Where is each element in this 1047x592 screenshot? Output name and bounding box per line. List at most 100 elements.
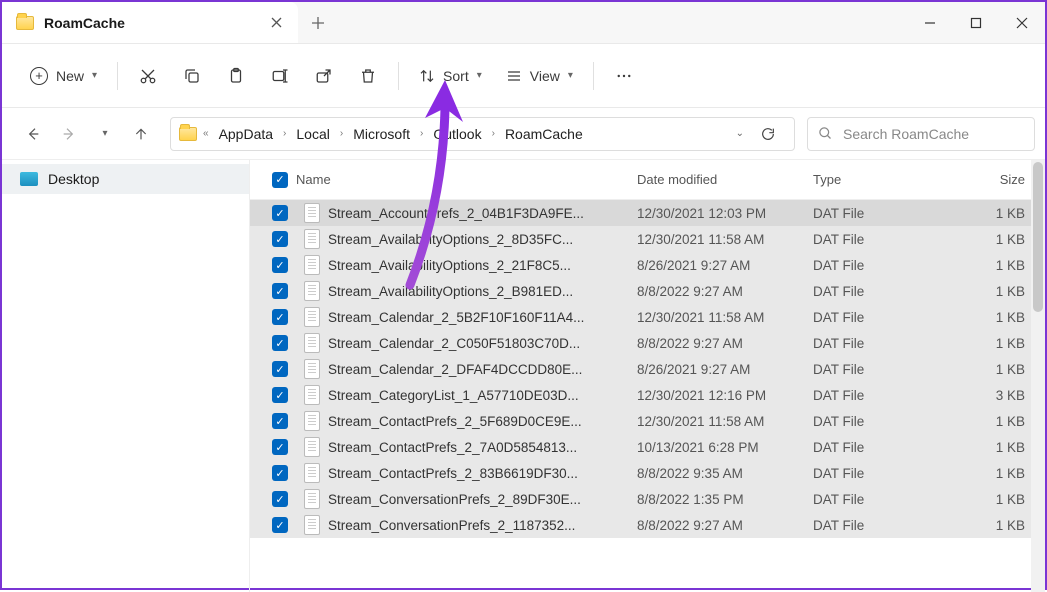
- file-date: 8/8/2022 1:35 PM: [637, 492, 813, 507]
- recent-button[interactable]: ▾: [88, 117, 122, 151]
- table-row[interactable]: ✓ Stream_ConversationPrefs_2_1187352...8/…: [250, 512, 1045, 538]
- breadcrumb-roamcache[interactable]: RoamCache: [501, 124, 587, 144]
- active-tab[interactable]: RoamCache: [2, 2, 298, 43]
- table-row[interactable]: ✓Stream_ConversationPrefs_2_89DF30E...8/…: [250, 486, 1045, 512]
- file-type: DAT File: [813, 232, 961, 247]
- close-tab-button[interactable]: [268, 15, 284, 31]
- column-headers: ✓ Name Date modified Type Size: [250, 160, 1045, 200]
- back-button[interactable]: [16, 117, 50, 151]
- table-row[interactable]: ✓ Stream_AvailabilityOptions_2_B981ED...8…: [250, 278, 1045, 304]
- checkbox-checked-icon: ✓: [272, 309, 288, 325]
- row-checkbox[interactable]: ✓: [264, 205, 296, 221]
- checkbox-checked-icon: ✓: [272, 283, 288, 299]
- copy-icon: [183, 67, 201, 85]
- sort-button[interactable]: Sort ▾: [407, 56, 494, 96]
- file-name: Stream_CategoryList_1_A57710DE03D...: [328, 388, 637, 403]
- refresh-button[interactable]: [750, 126, 786, 142]
- file-date: 8/26/2021 9:27 AM: [637, 258, 813, 273]
- column-name[interactable]: Name: [296, 172, 637, 187]
- file-date: 12/30/2021 12:16 PM: [637, 388, 813, 403]
- select-all-checkbox[interactable]: ✓: [264, 172, 296, 188]
- file-date: 8/8/2022 9:27 AM: [637, 518, 813, 533]
- breadcrumb-microsoft[interactable]: Microsoft: [349, 124, 414, 144]
- file-date: 12/30/2021 11:58 AM: [637, 414, 813, 429]
- table-row[interactable]: ✓Stream_ContactPrefs_2_5F689D0CE9E...12/…: [250, 408, 1045, 434]
- file-type: DAT File: [813, 440, 961, 455]
- scrollbar-thumb[interactable]: [1033, 162, 1043, 312]
- new-button[interactable]: + New ▾: [18, 56, 109, 96]
- table-row[interactable]: ✓Stream_AvailabilityOptions_2_8D35FC...1…: [250, 226, 1045, 252]
- file-name: Stream_ConversationPrefs_2_1187352...: [328, 518, 637, 533]
- row-checkbox[interactable]: ✓: [264, 335, 296, 351]
- checkbox-checked-icon: ✓: [272, 491, 288, 507]
- address-bar[interactable]: « AppData › Local › Microsoft › Outlook …: [170, 117, 795, 151]
- new-tab-button[interactable]: [298, 2, 338, 43]
- table-row[interactable]: ✓Stream_Calendar_2_DFAF4DCCDD80E...8/26/…: [250, 356, 1045, 382]
- row-checkbox[interactable]: ✓: [264, 309, 296, 325]
- row-checkbox[interactable]: ✓: [264, 283, 296, 299]
- chevron-right-icon: ›: [420, 128, 423, 139]
- file-name: Stream_ContactPrefs_2_7A0D5854813...: [328, 440, 637, 455]
- file-name: Stream_Calendar_2_5B2F10F160F11A4...: [328, 310, 637, 325]
- file-date: 8/8/2022 9:27 AM: [637, 284, 813, 299]
- row-checkbox[interactable]: ✓: [264, 439, 296, 455]
- checkbox-checked-icon: ✓: [272, 361, 288, 377]
- chevron-down-icon: ▾: [92, 70, 97, 81]
- cut-button[interactable]: [126, 56, 170, 96]
- file-date: 8/8/2022 9:27 AM: [637, 336, 813, 351]
- file-type: DAT File: [813, 284, 961, 299]
- titlebar: RoamCache: [2, 2, 1045, 44]
- checkbox-checked-icon: ✓: [272, 439, 288, 455]
- breadcrumb-prefix: «: [203, 128, 209, 139]
- file-name: Stream_Calendar_2_DFAF4DCCDD80E...: [328, 362, 637, 377]
- vertical-scrollbar[interactable]: [1031, 160, 1045, 592]
- minimize-button[interactable]: [907, 2, 953, 43]
- chevron-right-icon: ›: [283, 128, 286, 139]
- row-checkbox[interactable]: ✓: [264, 517, 296, 533]
- file-icon: [304, 515, 320, 535]
- column-type[interactable]: Type: [813, 172, 961, 187]
- file-icon: [304, 203, 320, 223]
- file-date: 12/30/2021 11:58 AM: [637, 310, 813, 325]
- file-date: 12/30/2021 11:58 AM: [637, 232, 813, 247]
- file-name: Stream_AvailabilityOptions_2_B981ED...: [328, 284, 637, 299]
- row-checkbox[interactable]: ✓: [264, 413, 296, 429]
- maximize-button[interactable]: [953, 2, 999, 43]
- file-type: DAT File: [813, 258, 961, 273]
- row-checkbox[interactable]: ✓: [264, 231, 296, 247]
- table-row[interactable]: ✓Stream_ContactPrefs_2_83B6619DF30...8/8…: [250, 460, 1045, 486]
- rename-button[interactable]: [258, 56, 302, 96]
- table-row[interactable]: ✓Stream_ContactPrefs_2_7A0D5854813...10/…: [250, 434, 1045, 460]
- row-checkbox[interactable]: ✓: [264, 257, 296, 273]
- column-date[interactable]: Date modified: [637, 172, 813, 187]
- forward-button[interactable]: [52, 117, 86, 151]
- close-window-button[interactable]: [999, 2, 1045, 43]
- delete-button[interactable]: [346, 56, 390, 96]
- breadcrumb-local[interactable]: Local: [292, 124, 333, 144]
- sidebar-item-desktop[interactable]: Desktop: [2, 164, 249, 194]
- row-checkbox[interactable]: ✓: [264, 361, 296, 377]
- table-row[interactable]: ✓Stream_AccountPrefs_2_04B1F3DA9FE...12/…: [250, 200, 1045, 226]
- row-checkbox[interactable]: ✓: [264, 387, 296, 403]
- sort-label: Sort: [443, 68, 469, 84]
- table-row[interactable]: ✓Stream_Calendar_2_C050F51803C70D...8/8/…: [250, 330, 1045, 356]
- view-button[interactable]: View ▾: [494, 56, 585, 96]
- table-row[interactable]: ✓Stream_AvailabilityOptions_2_21F8C5...8…: [250, 252, 1045, 278]
- breadcrumb-outlook[interactable]: Outlook: [429, 124, 485, 144]
- row-checkbox[interactable]: ✓: [264, 491, 296, 507]
- copy-button[interactable]: [170, 56, 214, 96]
- more-button[interactable]: [602, 56, 646, 96]
- table-row[interactable]: ✓ Stream_CategoryList_1_A57710DE03D...12/…: [250, 382, 1045, 408]
- file-type: DAT File: [813, 310, 961, 325]
- table-row[interactable]: ✓ Stream_Calendar_2_5B2F10F160F11A4...12/…: [250, 304, 1045, 330]
- paste-button[interactable]: [214, 56, 258, 96]
- breadcrumb-appdata[interactable]: AppData: [215, 124, 277, 144]
- file-date: 12/30/2021 12:03 PM: [637, 206, 813, 221]
- search-box[interactable]: [807, 117, 1035, 151]
- search-input[interactable]: [843, 126, 1024, 142]
- up-button[interactable]: [124, 117, 158, 151]
- row-checkbox[interactable]: ✓: [264, 465, 296, 481]
- share-button[interactable]: [302, 56, 346, 96]
- checkbox-checked-icon: ✓: [272, 257, 288, 273]
- chevron-down-icon[interactable]: ⌄: [736, 128, 744, 139]
